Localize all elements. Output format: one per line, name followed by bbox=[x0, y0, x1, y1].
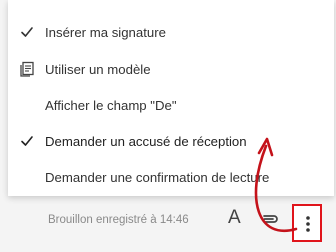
check-icon bbox=[18, 132, 36, 150]
more-vertical-icon bbox=[306, 216, 310, 232]
menu-item-insert-signature[interactable]: Insérer ma signature bbox=[8, 14, 334, 50]
menu-item-label: Utiliser un modèle bbox=[45, 61, 151, 77]
menu-item-label: Demander une confirmation de lecture bbox=[45, 169, 270, 185]
draft-saved-status: Brouillon enregistré à 14:46 bbox=[48, 214, 189, 226]
template-icon bbox=[18, 60, 36, 78]
menu-item-request-read-receipt[interactable]: Demander une confirmation de lecture bbox=[8, 159, 334, 195]
attachment-icon[interactable] bbox=[259, 212, 281, 226]
menu-item-use-template[interactable]: Utiliser un modèle bbox=[8, 51, 334, 87]
menu-item-request-delivery-receipt[interactable]: Demander un accusé de réception bbox=[8, 123, 334, 159]
font-format-button[interactable]: A bbox=[228, 207, 241, 229]
check-icon bbox=[18, 23, 36, 41]
more-options-menu: Insérer ma signature Utiliser un modèle … bbox=[8, 0, 334, 196]
more-options-button[interactable] bbox=[292, 204, 322, 242]
menu-item-show-from-field[interactable]: Afficher le champ "De" bbox=[8, 87, 334, 123]
menu-item-label: Afficher le champ "De" bbox=[45, 97, 177, 113]
compose-screen: Insérer ma signature Utiliser un modèle … bbox=[0, 0, 336, 252]
menu-item-label: Demander un accusé de réception bbox=[45, 133, 247, 149]
menu-item-label: Insérer ma signature bbox=[45, 24, 166, 40]
